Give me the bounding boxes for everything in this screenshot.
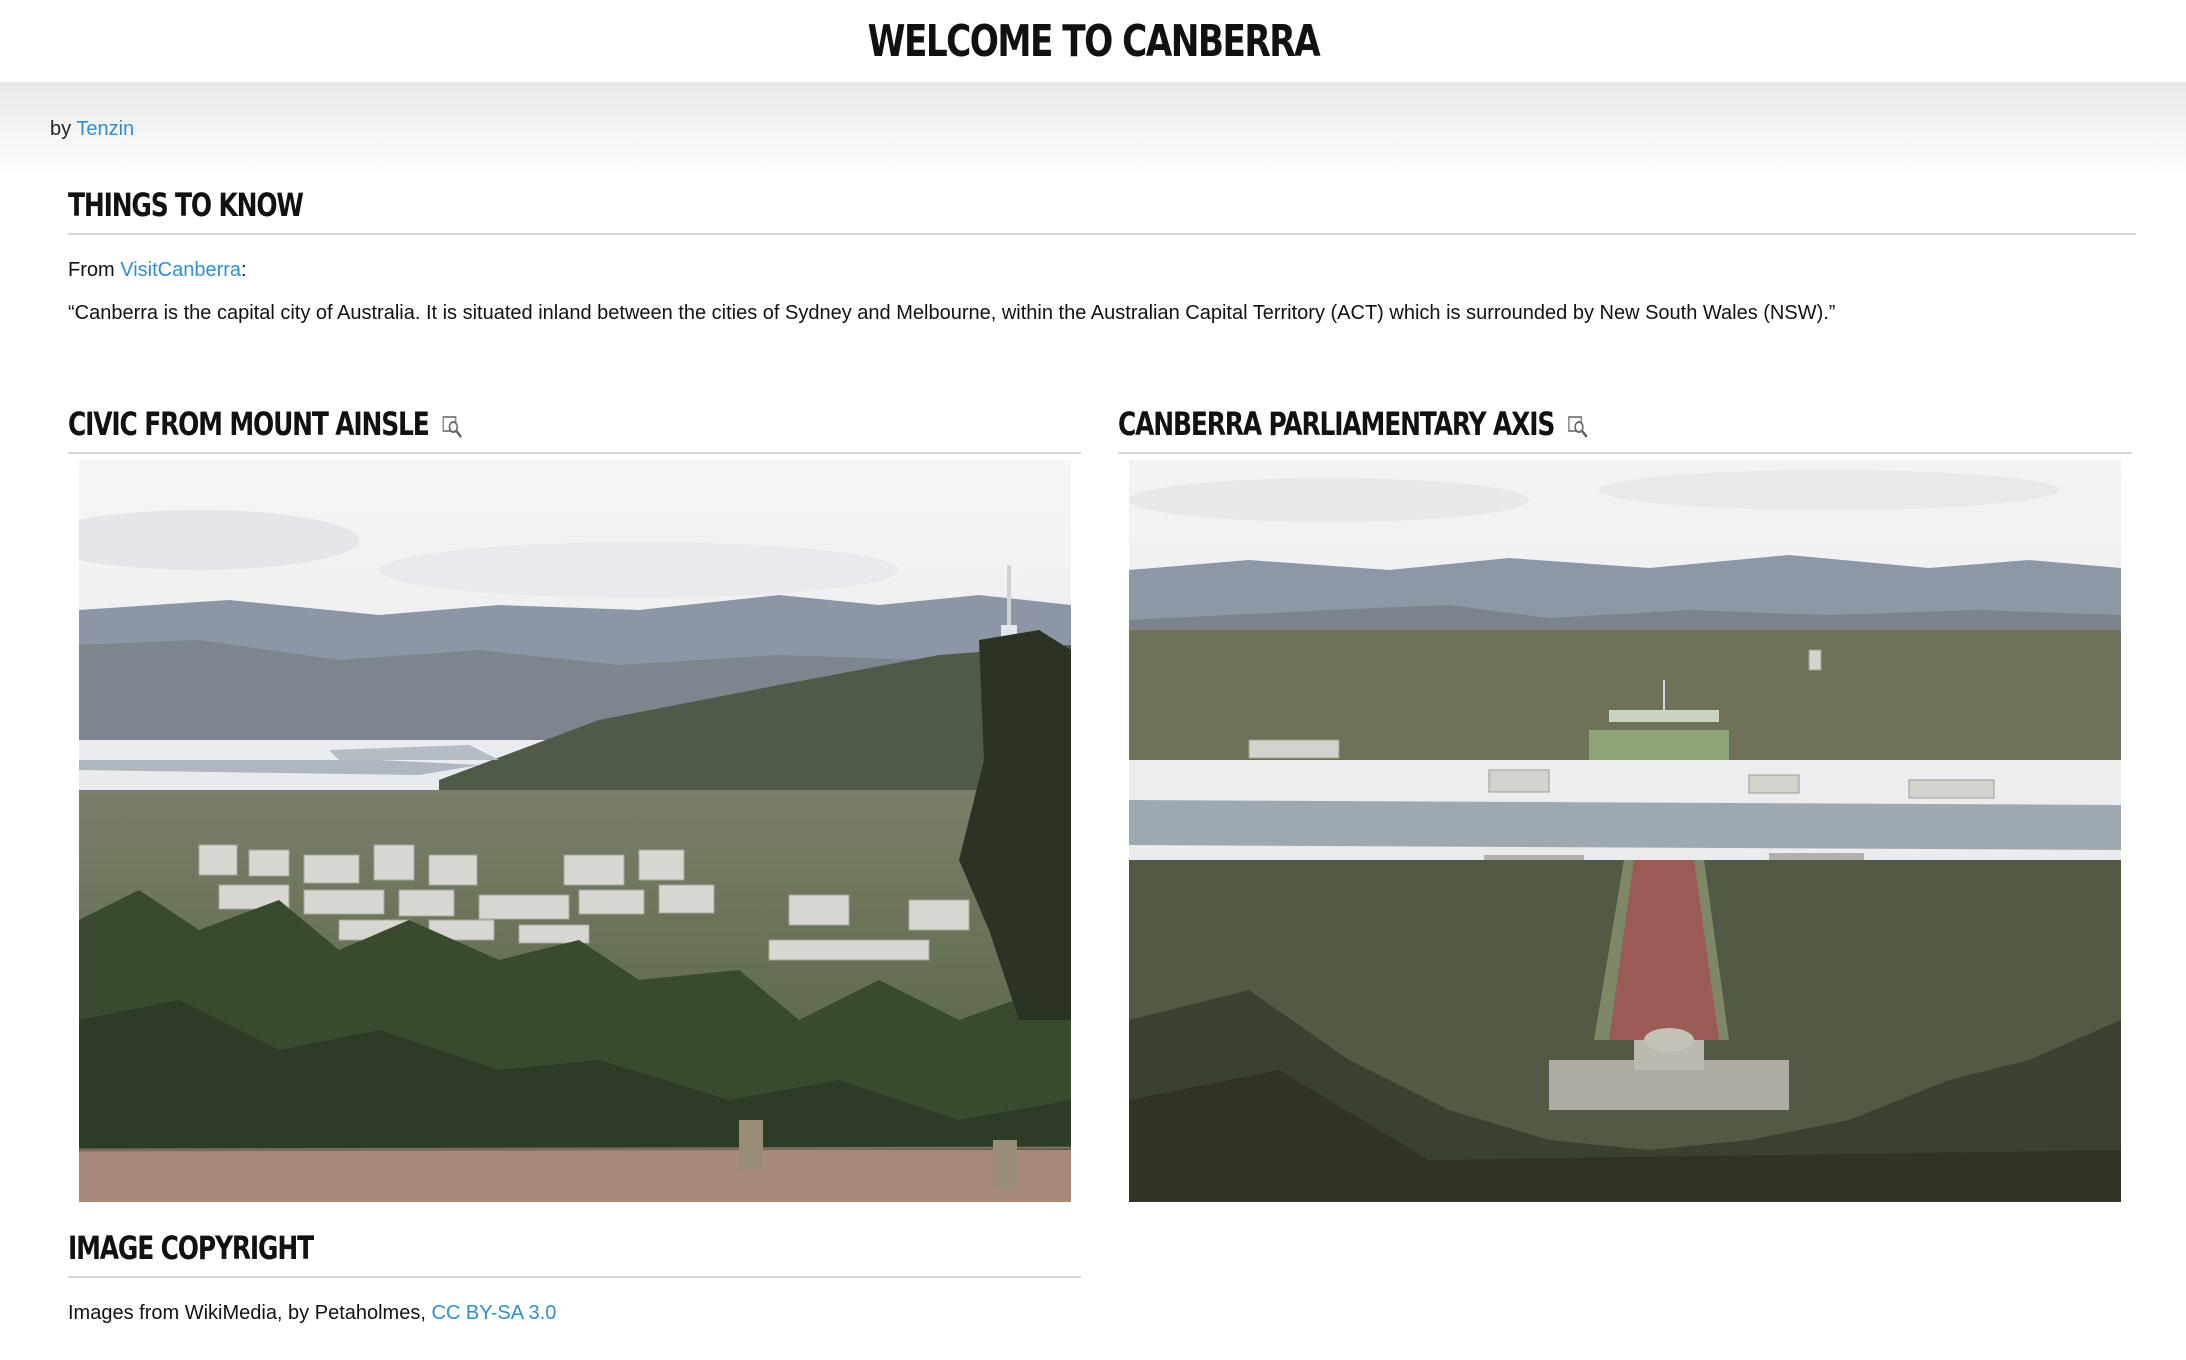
parliamentary-landscape-image: [1129, 460, 2121, 1202]
magnify-image-icon[interactable]: [442, 414, 462, 438]
copyright-text: Images from WikiMedia, by Petaholmes,: [68, 1302, 426, 1324]
page-title: WELCOME TO CANBERRA: [867, 15, 1320, 67]
civic-heading: CIVIC FROM MOUNT AINSLE: [68, 405, 463, 443]
byline-band: by Tenzin: [0, 82, 2186, 178]
copyright-line: Images from WikiMedia, by Petaholmes, CC…: [68, 1302, 556, 1325]
copyright-rule: [68, 1276, 1081, 1278]
visitcanberra-link[interactable]: VisitCanberra: [120, 259, 241, 281]
parliamentary-rule: [1118, 452, 2132, 454]
civic-photo[interactable]: [79, 460, 1071, 1202]
page: WELCOME TO CANBERRA by Tenzin THINGS TO …: [0, 0, 2186, 1360]
things-to-know-rule: [68, 233, 2136, 235]
parliamentary-heading-text: CANBERRA PARLIAMENTARY AXIS: [1118, 405, 1555, 443]
civic-landscape-image: [79, 460, 1071, 1202]
parliamentary-photo[interactable]: [1129, 460, 2121, 1202]
author-link[interactable]: Tenzin: [76, 118, 134, 140]
magnify-image-icon[interactable]: [1567, 414, 1588, 438]
image-copyright-heading: IMAGE COPYRIGHT: [68, 1229, 314, 1267]
canberra-quote: “Canberra is the capital city of Austral…: [68, 302, 1836, 324]
source-prefix: From: [68, 259, 115, 281]
source-line: From VisitCanberra:: [68, 259, 247, 282]
civic-rule: [68, 452, 1081, 454]
byline-prefix: by: [50, 118, 72, 140]
license-link[interactable]: CC BY-SA 3.0: [431, 1302, 556, 1324]
parliamentary-heading: CANBERRA PARLIAMENTARY AXIS: [1118, 405, 1588, 443]
things-to-know-heading: THINGS TO KNOW: [68, 186, 304, 224]
title-bar: WELCOME TO CANBERRA: [0, 0, 2186, 82]
byline: by Tenzin: [50, 118, 134, 141]
civic-heading-text: CIVIC FROM MOUNT AINSLE: [68, 405, 430, 443]
source-suffix: :: [241, 259, 247, 281]
